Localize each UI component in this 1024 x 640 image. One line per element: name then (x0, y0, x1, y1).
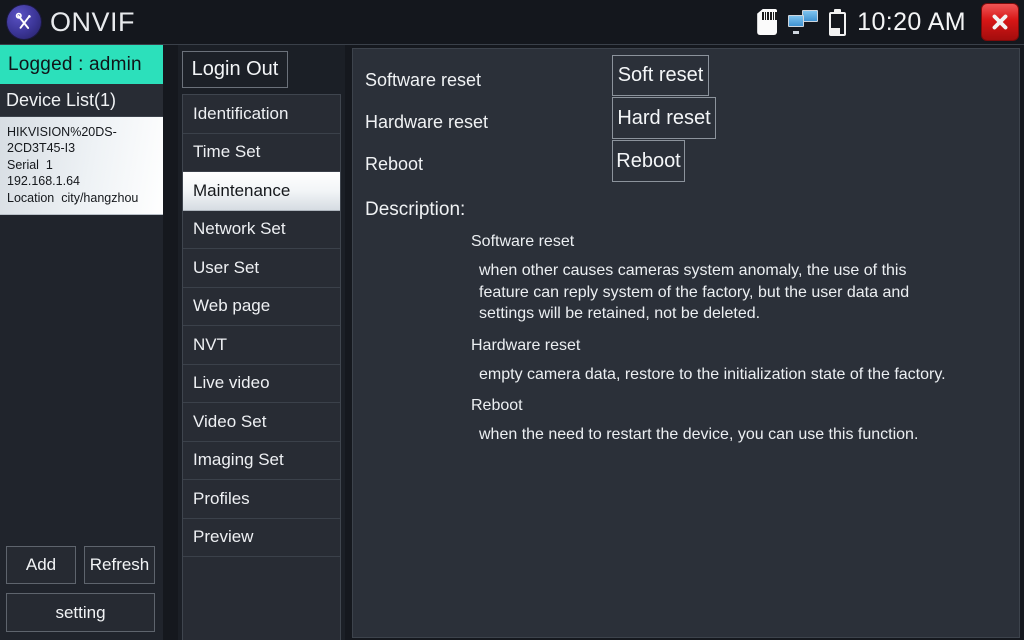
app-brand: ONVIF (0, 5, 135, 39)
clock-label: 10:20 AM (857, 7, 966, 36)
description-text: when other causes cameras system anomaly… (479, 262, 910, 322)
network-monitors-icon (788, 10, 819, 34)
menu-item-label: Video Set (193, 411, 267, 431)
menu-item-user-set[interactable]: User Set (183, 249, 340, 288)
menu-item-label: NVT (193, 334, 227, 354)
description-heading: Hardware reset (471, 336, 581, 354)
add-button[interactable]: Add (6, 546, 76, 584)
close-button[interactable] (981, 3, 1019, 41)
maintenance-content: Software reset Soft reset Hardware reset Ha… (352, 48, 1020, 638)
reset-row: Reboot (353, 143, 1019, 185)
menu-item-video-set[interactable]: Video Set (183, 403, 340, 442)
soft-reset-button[interactable]: Soft reset (612, 55, 709, 96)
status-bar: ONVIF 10:20 AM (0, 0, 1024, 45)
device-list-header: Device List(1) (0, 84, 163, 117)
tools-wrench-screwdriver-icon (7, 5, 41, 39)
menu-item-network-set[interactable]: Network Set (183, 210, 340, 249)
setting-button[interactable]: setting (6, 593, 155, 632)
battery-icon (829, 8, 847, 36)
menu-item-time-set[interactable]: Time Set (183, 133, 340, 172)
menu-item-identification[interactable]: Identification (183, 95, 340, 134)
sd-card-icon (757, 9, 778, 35)
device-serial: Serial 1 (7, 157, 53, 172)
menu-item-label: Profiles (193, 488, 250, 508)
reset-row-label: Reboot (365, 153, 424, 174)
menu-item-imaging-set[interactable]: Imaging Set (183, 441, 340, 480)
refresh-button[interactable]: Refresh (84, 546, 155, 584)
reset-actions: Software reset Soft reset Hardware reset Ha… (353, 49, 1019, 185)
description-title: Description: (365, 199, 466, 220)
device-location: Location city/hangzhou (7, 190, 139, 205)
device-name: HIKVISION%20DS-2CD3T45-I3 (7, 125, 117, 156)
menu-item-label: Network Set (193, 219, 286, 239)
menu-list-filler (183, 557, 340, 627)
menu-item-live-video[interactable]: Live video (183, 364, 340, 403)
description-text: when the need to restart the device, you… (479, 426, 919, 443)
device-panel: Logged : admin Device List(1) HIKVISION%… (0, 45, 163, 640)
menu-item-label: Preview (193, 527, 254, 547)
reset-row-label: Hardware reset (365, 111, 489, 132)
menu-item-label: Identification (193, 103, 289, 123)
menu-item-label: Live video (193, 373, 270, 393)
menu-panel: Login Out Identification Time Set Maintena… (178, 45, 345, 640)
device-panel-actions: Add Refresh setting (0, 546, 163, 640)
onvif-app-window: ONVIF 10:20 AM Logged: admin Device Lis… (0, 0, 1024, 640)
menu-list: Identification Time Set Maintenance Network… (182, 94, 341, 640)
description-sections: Software reset when other causes cameras … (353, 221, 1019, 446)
app-title: ONVIF (50, 6, 136, 37)
close-x-icon (992, 14, 1008, 30)
menu-item-nvt[interactable]: NVT (183, 326, 340, 365)
menu-item-label: Web page (193, 296, 271, 316)
status-tray: 10:20 AM (757, 3, 1024, 41)
login-out-button[interactable]: Login Out (182, 51, 288, 88)
device-list-item[interactable]: HIKVISION%20DS-2CD3T45-I3 Serial 1 192.1… (0, 117, 163, 216)
menu-item-label: Imaging Set (193, 450, 284, 470)
menu-item-label: Maintenance (193, 180, 291, 200)
menu-item-web-page[interactable]: Web page (183, 287, 340, 326)
menu-item-preview[interactable]: Preview (183, 518, 340, 557)
menu-item-maintenance[interactable]: Maintenance (183, 172, 340, 211)
menu-item-profiles[interactable]: Profiles (183, 480, 340, 519)
logged-status-badge: Logged : admin (0, 45, 163, 84)
hard-reset-button[interactable]: Hard reset (612, 97, 716, 139)
menu-item-label: Time Set (193, 142, 261, 162)
reboot-button[interactable]: Reboot (612, 140, 685, 182)
description-heading: Reboot (471, 397, 523, 414)
device-ip: 192.168.1.64 (7, 174, 80, 189)
menu-item-label: User Set (193, 257, 260, 277)
reset-row-label: Software reset (365, 69, 482, 90)
description-text: empty camera data, restore to the initia… (479, 365, 946, 383)
description-heading: Software reset (471, 233, 575, 250)
